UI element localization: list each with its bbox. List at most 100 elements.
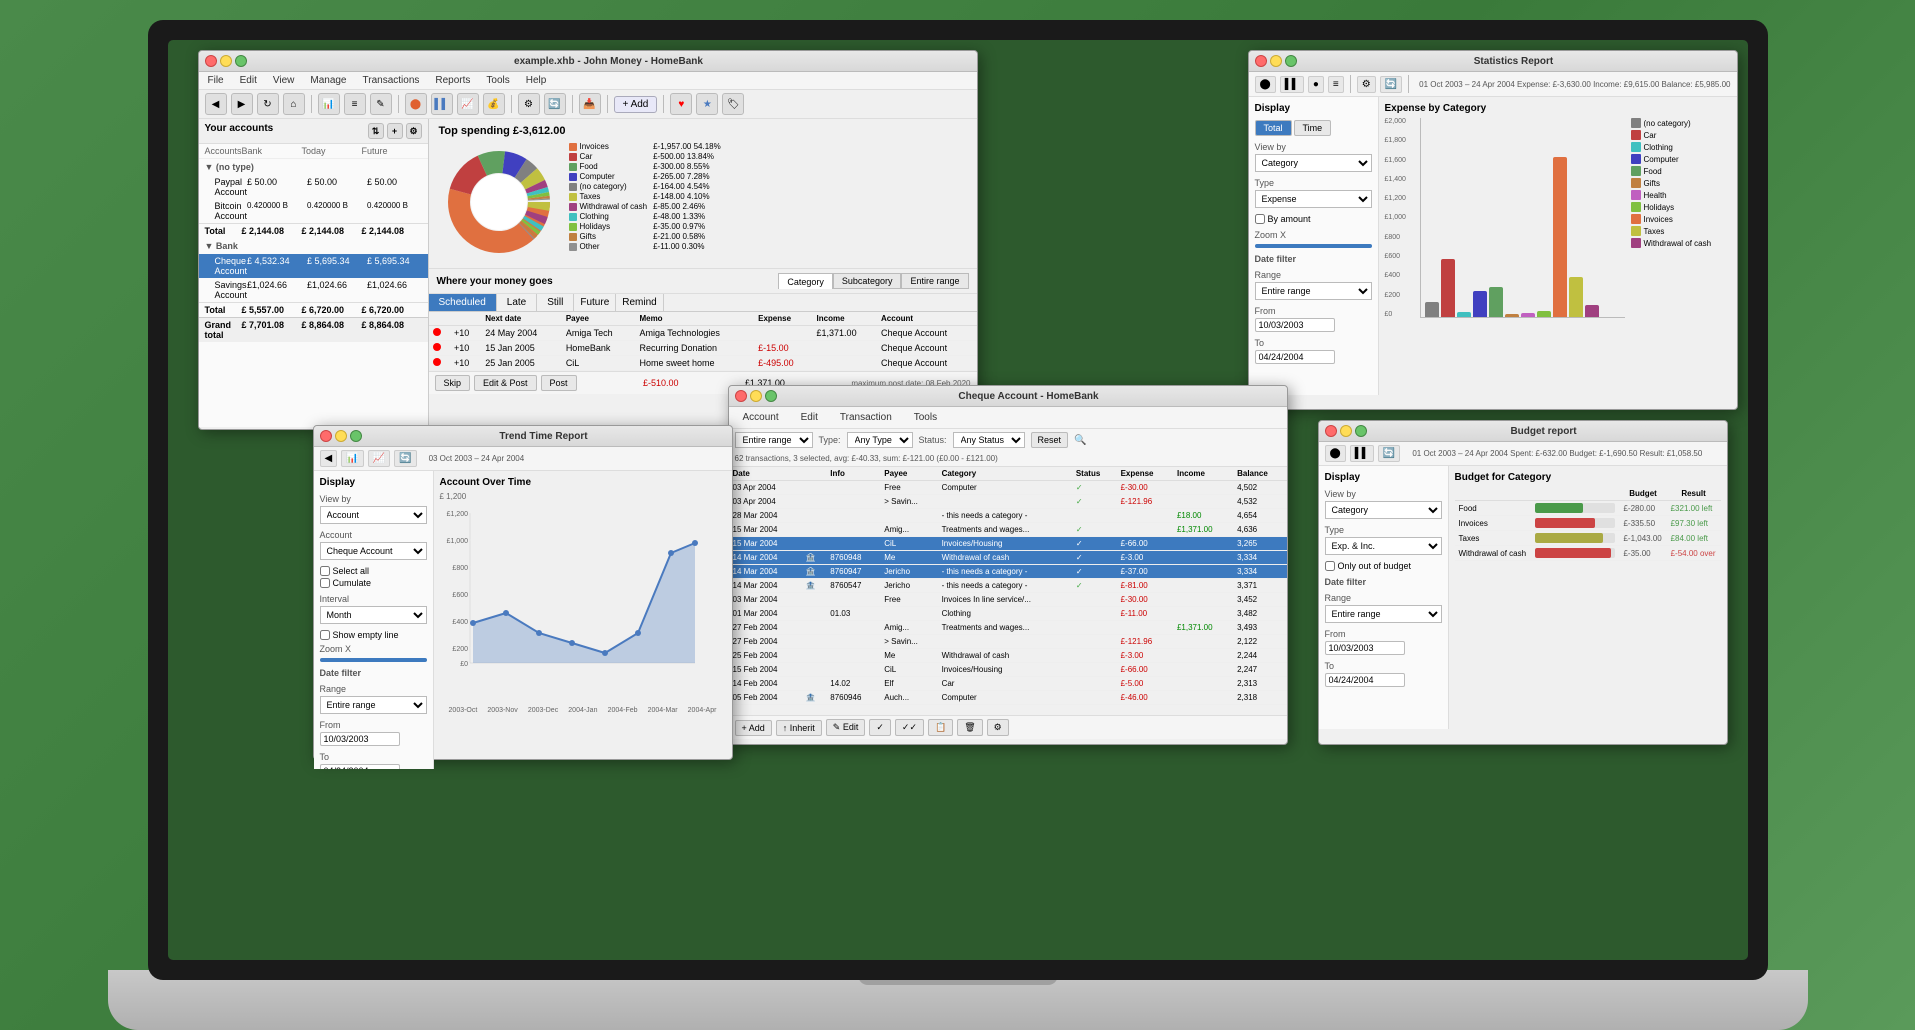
budget-range-select[interactable]: Entire range (1325, 605, 1442, 623)
table-row[interactable]: 14 Mar 2004 🏦 8760947 Jericho - this nee… (729, 565, 1287, 579)
stats-icon1[interactable]: ⬤ (1255, 76, 1276, 93)
trend-viewby-select[interactable]: Account (320, 506, 427, 524)
budget-type-select[interactable]: Exp. & Inc. (1325, 537, 1442, 555)
bitcoin-row[interactable]: Bitcoin Account 0.420000 B 0.420000 B 0.… (199, 199, 428, 223)
stats-to-input[interactable] (1255, 350, 1335, 364)
budget-from-input[interactable] (1325, 641, 1405, 655)
cheque-settings-btn[interactable]: ⚙ (987, 719, 1009, 736)
stats-icon2[interactable]: ▌▌ (1280, 76, 1304, 93)
budget-row-food[interactable]: Food £-280.00 £321.00 left (1455, 501, 1721, 516)
menu-tools[interactable]: Tools (483, 74, 512, 87)
table-row[interactable]: 03 Apr 2004 Free Computer ✓ £-30.00 4,50… (729, 481, 1287, 495)
star-btn[interactable]: ★ (696, 93, 718, 115)
budget-viewby-select[interactable]: Category (1325, 501, 1442, 519)
menu-reports[interactable]: Reports (432, 74, 473, 87)
line-btn[interactable]: 📈 (457, 93, 479, 115)
menu-transactions[interactable]: Transactions (360, 74, 423, 87)
select-all-checkbox[interactable] (320, 566, 330, 576)
menu-file[interactable]: File (205, 74, 227, 87)
cheque-tab-account[interactable]: Account (735, 410, 787, 425)
cheque-range-select[interactable]: Entire range (735, 432, 813, 448)
cheque-edit-btn[interactable]: ✎ Edit (826, 719, 866, 736)
tab-late[interactable]: Late (497, 294, 537, 311)
type-select[interactable]: Expense (1255, 190, 1372, 208)
sync-btn[interactable]: 🔄 (544, 93, 566, 115)
stats-max-btn[interactable] (1285, 55, 1297, 67)
status-filter-select[interactable]: Any Status (953, 432, 1025, 448)
table-row[interactable]: 14 Mar 2004 🏦 8760547 Jericho - this nee… (729, 579, 1287, 593)
stats-icon6[interactable]: 🔄 (1380, 76, 1402, 93)
bar-btn[interactable]: ▌▌ (431, 93, 453, 115)
cheque-check2-btn[interactable]: ✓✓ (895, 719, 924, 736)
budget-icon1[interactable]: ⬤ (1325, 445, 1346, 462)
cheque-add-btn[interactable]: + Add (735, 720, 772, 736)
show-empty-checkbox[interactable] (320, 630, 330, 640)
cheque-inherit-btn[interactable]: ↑ Inherit (776, 720, 822, 736)
cheque-check1-btn[interactable]: ✓ (869, 719, 891, 736)
table-row[interactable]: 03 Apr 2004 > Savin... ✓ £-121.96 4,532 (729, 495, 1287, 509)
tag-btn[interactable]: 🏷 (722, 93, 744, 115)
budget-max-btn[interactable] (1355, 425, 1367, 437)
skip-btn[interactable]: Skip (435, 375, 471, 391)
main-close-btn[interactable] (205, 55, 217, 67)
stats-icon5[interactable]: ⚙ (1357, 76, 1376, 93)
zoom-slider[interactable] (1255, 244, 1372, 248)
trend-to-input[interactable] (320, 764, 400, 769)
tab-still[interactable]: Still (537, 294, 574, 311)
home-btn[interactable]: ⌂ (283, 93, 305, 115)
budget-icon3[interactable]: 🔄 (1378, 445, 1400, 462)
paypal-row[interactable]: Paypal Account £ 50.00 £ 50.00 £ 50.00 (199, 175, 428, 199)
stats-min-btn[interactable] (1270, 55, 1282, 67)
accounts-add-btn[interactable]: + (387, 123, 403, 139)
savings-row[interactable]: Savings Account £1,024.66 £1,024.66 £1,0… (199, 278, 428, 302)
tab-entire-range[interactable]: Entire range (901, 273, 968, 289)
table-row[interactable]: 28 Mar 2004 - this needs a category - £1… (729, 509, 1287, 523)
table-row[interactable]: 25 Feb 2004 Me Withdrawal of cash £-3.00… (729, 649, 1287, 663)
trend-max-btn[interactable] (350, 430, 362, 442)
main-min-btn[interactable] (220, 55, 232, 67)
accounts-gear-btn[interactable]: ⚙ (406, 123, 422, 139)
cheque-tab-tools[interactable]: Tools (906, 410, 945, 425)
trend-icon4[interactable]: 🔄 (394, 450, 416, 467)
budget-to-input[interactable] (1325, 673, 1405, 687)
only-out-checkbox[interactable] (1325, 561, 1335, 571)
stats-close-btn[interactable] (1255, 55, 1267, 67)
stats-icon3[interactable]: ● (1308, 76, 1324, 93)
post-btn[interactable]: Post (541, 375, 577, 391)
table-row[interactable]: 15 Mar 2004 Amig... Treatments and wages… (729, 523, 1287, 537)
tab-subcategory[interactable]: Subcategory (833, 273, 902, 289)
settings-btn[interactable]: ⚙ (518, 93, 540, 115)
cheque-close-btn[interactable] (735, 390, 747, 402)
cheque-reset-btn[interactable]: Reset (1031, 432, 1069, 448)
chart-btn[interactable]: 📊 (318, 93, 340, 115)
table-row[interactable]: 03 Mar 2004 Free Invoices In line servic… (729, 593, 1287, 607)
mode-total-btn[interactable]: Total (1255, 120, 1292, 136)
trend-icon1[interactable]: ◀ (320, 450, 338, 467)
view-by-select[interactable]: Category (1255, 154, 1372, 172)
menu-manage[interactable]: Manage (307, 74, 349, 87)
cheque-max-btn[interactable] (765, 390, 777, 402)
cheque-tab-edit[interactable]: Edit (793, 410, 826, 425)
tab-remind[interactable]: Remind (616, 294, 663, 311)
budget-row-invoices[interactable]: Invoices £-335.50 £97.30 left (1455, 516, 1721, 531)
tab-scheduled[interactable]: Scheduled (429, 294, 497, 311)
stats-from-input[interactable] (1255, 318, 1335, 332)
accounts-sort-btn[interactable]: ⇅ (368, 123, 384, 139)
table-row[interactable]: 15 Mar 2004 CiL Invoices/Housing ✓ £-66.… (729, 537, 1287, 551)
interval-select[interactable]: Month (320, 606, 427, 624)
budget-min-btn[interactable] (1340, 425, 1352, 437)
tab-future[interactable]: Future (574, 294, 616, 311)
pie-btn[interactable]: ⬤ (405, 93, 427, 115)
cheque-row[interactable]: Cheque Account £ 4,532.34 £ 5,695.34 £ 5… (199, 254, 428, 278)
table-row[interactable]: 01 Mar 2004 01.03 Clothing £-11.00 3,482 (729, 607, 1287, 621)
edit-btn[interactable]: ✎ (370, 93, 392, 115)
cheque-tab-transaction[interactable]: Transaction (832, 410, 900, 425)
import-btn[interactable]: 📥 (579, 93, 601, 115)
cheque-min-btn[interactable] (750, 390, 762, 402)
sched-row[interactable]: +10 15 Jan 2005 HomeBank Recurring Donat… (429, 341, 977, 356)
mode-time-btn[interactable]: Time (1294, 120, 1332, 136)
edit-post-btn[interactable]: Edit & Post (474, 375, 537, 391)
menu-edit[interactable]: Edit (237, 74, 260, 87)
trend-icon2[interactable]: 📊 (341, 450, 363, 467)
trend-icon3[interactable]: 📈 (368, 450, 390, 467)
